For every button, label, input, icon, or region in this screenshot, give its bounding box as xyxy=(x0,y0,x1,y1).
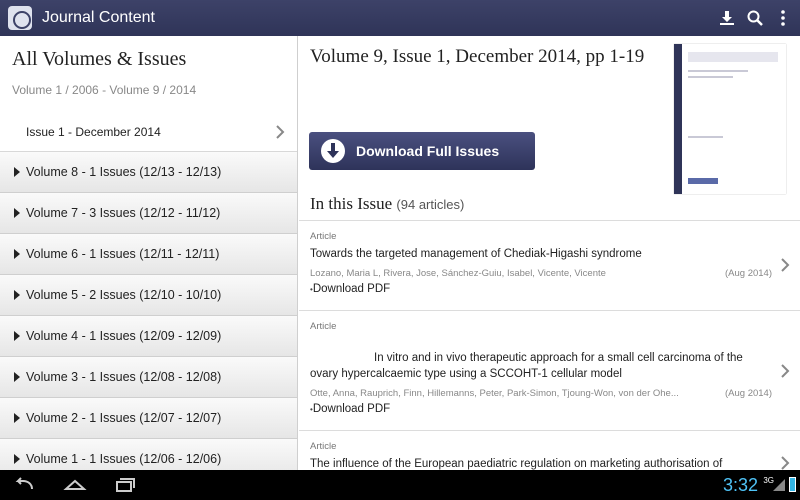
article-date: (Aug 2014) xyxy=(724,388,772,399)
back-icon[interactable] xyxy=(12,475,38,495)
app-root: Journal Content All Volumes & Issues Vol… xyxy=(0,0,800,500)
volume-label: Volume 8 - 1 Issues (12/13 - 12/13) xyxy=(26,165,222,179)
download-arrow-icon xyxy=(321,139,345,163)
system-nav-bar: 3:32 3G xyxy=(0,470,800,500)
volume-label: Volume 1 - 1 Issues (12/06 - 12/06) xyxy=(26,452,222,466)
expand-triangle-icon xyxy=(14,290,20,300)
article-type: Article xyxy=(310,321,337,332)
expand-triangle-icon xyxy=(14,372,20,382)
volume-label: Volume 2 - 1 Issues (12/07 - 12/07) xyxy=(26,411,222,425)
expand-triangle-icon xyxy=(14,331,20,341)
download-pdf-link[interactable]: Download PDF xyxy=(310,403,772,415)
chevron-right-icon xyxy=(781,364,790,378)
app-title: Journal Content xyxy=(42,9,155,26)
volume-row-7[interactable]: Volume 7 - 3 Issues (12/12 - 11/12) xyxy=(0,193,297,234)
volume-row-8[interactable]: Volume 8 - 1 Issues (12/13 - 12/13) xyxy=(0,152,297,193)
volume-row-5[interactable]: Volume 5 - 2 Issues (12/10 - 10/10) xyxy=(0,275,297,316)
volume-label: Volume 3 - 1 Issues (12/08 - 12/08) xyxy=(26,370,222,384)
in-this-issue-label: In this Issue xyxy=(310,194,393,213)
cover-publisher-logo xyxy=(688,178,718,184)
article-title: The influence of the European paediatric… xyxy=(310,458,723,470)
article-count: (94 articles) xyxy=(396,197,465,212)
issue-title: Volume 9, Issue 1, December 2014, pp 1-1… xyxy=(310,46,645,67)
volume-label: Volume 5 - 2 Issues (12/10 - 10/10) xyxy=(26,288,222,302)
issue-cover-image[interactable] xyxy=(674,44,786,194)
volumes-title: All Volumes & Issues xyxy=(12,48,187,70)
app-logo-icon[interactable] xyxy=(8,6,32,30)
expand-triangle-icon xyxy=(14,454,20,464)
article-meta: Lozano, Maria L, Rivera, Jose, Sánchez-G… xyxy=(310,268,772,279)
article-date: (Aug 2014) xyxy=(724,268,772,279)
volume-list: Volume 8 - 1 Issues (12/13 - 12/13) Volu… xyxy=(0,152,297,470)
issue-panel: Volume 9, Issue 1, December 2014, pp 1-1… xyxy=(299,36,800,470)
action-icons xyxy=(718,9,792,27)
battery-icon xyxy=(789,477,796,492)
download-icon[interactable] xyxy=(718,9,736,27)
article-type: Article xyxy=(310,441,337,452)
search-icon[interactable] xyxy=(746,9,764,27)
article-type: Article xyxy=(310,231,337,242)
cover-line xyxy=(688,136,723,138)
cover-line xyxy=(688,70,748,72)
volume-label: Volume 6 - 1 Issues (12/11 - 12/11) xyxy=(26,247,220,261)
article-title: Towards the targeted management of Chedi… xyxy=(310,248,642,260)
cover-header xyxy=(688,52,778,62)
cover-line xyxy=(688,76,733,78)
download-full-issues-button[interactable]: Download Full Issues xyxy=(309,132,535,170)
article-item[interactable]: Article Towards the targeted management … xyxy=(299,220,800,310)
article-meta: Otte, Anna, Rauprich, Finn, Hillemanns, … xyxy=(310,388,772,399)
current-issue-item[interactable]: Issue 1 - December 2014 xyxy=(0,112,297,152)
expand-triangle-icon xyxy=(14,413,20,423)
expand-triangle-icon xyxy=(14,167,20,177)
chevron-right-icon xyxy=(276,125,285,139)
article-item[interactable]: Article In vitro and in vivo therapeutic… xyxy=(299,310,800,430)
article-authors: Lozano, Maria L, Rivera, Jose, Sánchez-G… xyxy=(310,268,606,279)
overflow-menu-icon[interactable] xyxy=(774,9,792,27)
recent-apps-icon[interactable] xyxy=(112,475,138,495)
volume-row-1[interactable]: Volume 1 - 1 Issues (12/06 - 12/06) xyxy=(0,439,297,470)
download-full-issues-label: Download Full Issues xyxy=(356,143,500,159)
current-issue-label: Issue 1 - December 2014 xyxy=(26,124,161,139)
volume-row-2[interactable]: Volume 2 - 1 Issues (12/07 - 12/07) xyxy=(0,398,297,439)
chevron-right-icon xyxy=(781,258,790,272)
status-clock: 3:32 xyxy=(722,475,758,495)
article-authors: Otte, Anna, Rauprich, Finn, Hillemanns, … xyxy=(310,388,679,399)
article-title: In vitro and in vivo therapeutic approac… xyxy=(310,352,743,380)
download-pdf-link[interactable]: Download PDF xyxy=(310,283,772,295)
article-item[interactable]: Article The influence of the European pa… xyxy=(299,430,800,470)
expand-triangle-icon xyxy=(14,208,20,218)
chevron-right-icon xyxy=(781,456,790,470)
home-icon[interactable] xyxy=(62,475,88,495)
volume-row-3[interactable]: Volume 3 - 1 Issues (12/08 - 12/08) xyxy=(0,357,297,398)
signal-icon xyxy=(773,479,785,491)
volumes-panel: All Volumes & Issues Volume 1 / 2006 - V… xyxy=(0,36,298,470)
article-list: Article Towards the targeted management … xyxy=(299,220,800,470)
expand-triangle-icon xyxy=(14,249,20,259)
action-bar: Journal Content xyxy=(0,0,800,36)
volume-row-6[interactable]: Volume 6 - 1 Issues (12/11 - 12/11) xyxy=(0,234,297,275)
volume-row-4[interactable]: Volume 4 - 1 Issues (12/09 - 12/09) xyxy=(0,316,297,357)
in-this-issue-heading: In this Issue (94 articles) xyxy=(310,194,464,214)
volumes-range: Volume 1 / 2006 - Volume 9 / 2014 xyxy=(12,83,197,97)
volume-label: Volume 4 - 1 Issues (12/09 - 12/09) xyxy=(26,329,222,343)
volume-label: Volume 7 - 3 Issues (12/12 - 11/12) xyxy=(26,206,221,220)
